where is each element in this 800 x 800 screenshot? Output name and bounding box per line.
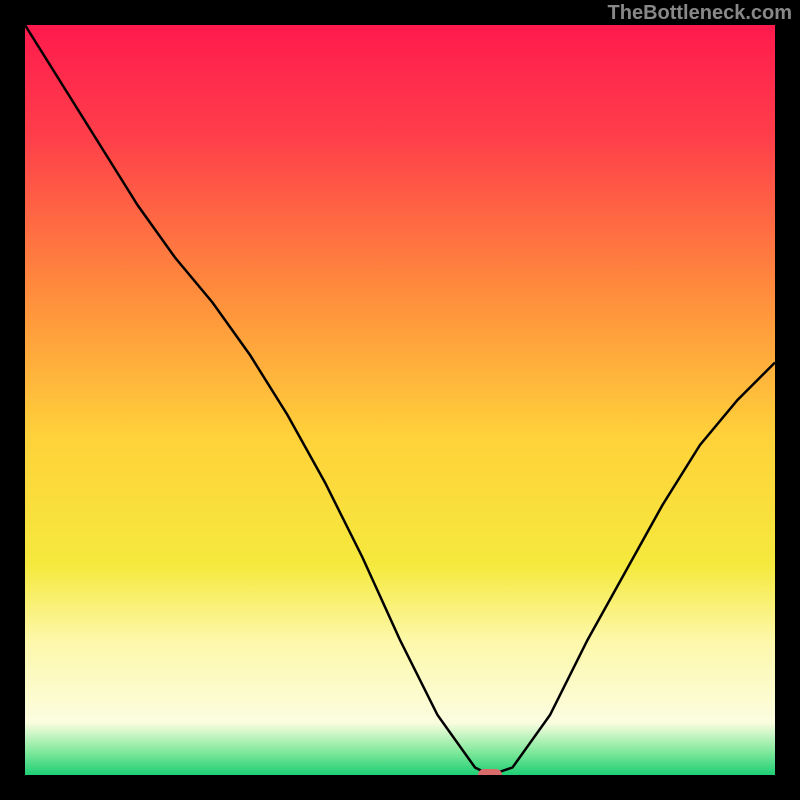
bottleneck-curve-path [25,25,775,775]
chart-container: TheBottleneck.com [0,0,800,800]
curve-svg [25,25,775,775]
optimal-marker [478,769,502,775]
watermark-text: TheBottleneck.com [608,2,792,25]
plot-area [25,25,775,775]
